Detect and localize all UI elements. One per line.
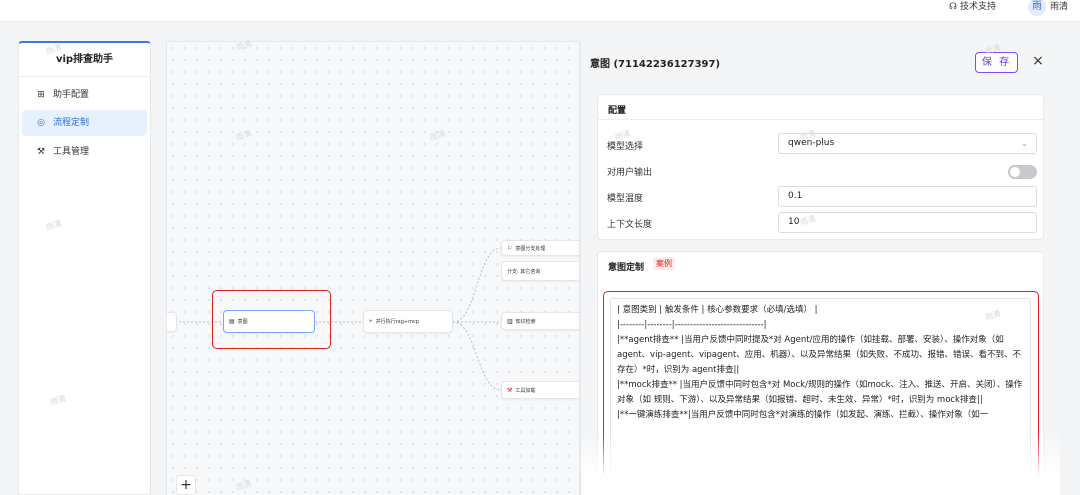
book-icon: ▥ [507, 317, 513, 325]
temperature-input[interactable]: 0.1 [778, 186, 1037, 207]
toggle-knob [1010, 167, 1020, 177]
node-config-panel: 意图 (71142236127397) 保 存 × 配置 模型选择 qwen-p… [580, 41, 1060, 495]
config-card: 配置 模型选择 qwen-plus ⌄ 对用户输出 模型温度 0.1 上下文长度… [597, 94, 1044, 240]
chevron-down-icon: ⌄ [1021, 139, 1028, 148]
divider [598, 119, 1043, 120]
tool-loading-node[interactable]: ⚒ 工具加载 [501, 381, 579, 399]
tech-support-label: 技术支持 [959, 2, 996, 12]
output-label: 对用户输出 [607, 168, 653, 178]
sidebar-item-label: 工具管理 [53, 147, 90, 157]
node-label: 意图分支处理 [515, 245, 546, 252]
temperature-label: 模型温度 [607, 194, 644, 204]
sidebar-item-tool-management[interactable]: ⚒ 工具管理 [22, 139, 147, 165]
sidebar: vip排查助手 ⊞ 助手配置 ◎ 流程定制 ⚒ 工具管理 [18, 41, 151, 495]
node-label: 知识检索 [515, 318, 536, 325]
close-icon[interactable]: × [1030, 52, 1046, 70]
node-label: 并行执行rag+mcp [375, 319, 419, 325]
output-toggle[interactable] [1008, 165, 1037, 179]
intent-branch-node[interactable]: ⚐ 意图分支处理 [501, 240, 579, 256]
branch-icon: ⚐ [507, 244, 513, 252]
grid-icon: ⊞ [37, 90, 45, 100]
intent-icon: ▤ [229, 318, 235, 325]
tech-support-link[interactable]: ☊ 技术支持 [949, 0, 996, 14]
headset-icon: ☊ [948, 2, 957, 12]
config-title: 配置 [608, 106, 627, 116]
avatar[interactable]: 雨 [1028, 0, 1046, 16]
context-label: 上下文长度 [607, 220, 653, 230]
knowledge-node[interactable]: ▥ 知识检索 [501, 312, 579, 330]
bottom-fade [581, 433, 1060, 495]
top-bar: ☊ 技术支持 雨 雨清 [0, 0, 1080, 22]
start-node[interactable] [167, 312, 177, 332]
intent-custom-title: 意图定制 [608, 263, 645, 273]
node-label: 意图 [237, 319, 248, 325]
branch-other-node[interactable]: 分支: 其它咨询 [501, 261, 579, 281]
wrench-icon: ⚒ [36, 147, 46, 157]
node-label: 工具加载 [515, 387, 536, 394]
sidebar-item-label: 流程定制 [53, 118, 90, 128]
panel-title: 意图 (71142236127397) [590, 59, 721, 70]
node-label: 分支: 其它咨询 [507, 268, 541, 275]
tool-icon: ⚒ [507, 386, 513, 394]
intent-node[interactable]: ▤ 意图 [223, 310, 315, 333]
flow-canvas[interactable]: ▤ 意图 ⑂ 并行执行rag+mcp ⚐ 意图分支处理 分支: 其它咨询 ▥ 知… [166, 41, 580, 495]
parallel-icon: ⑂ [369, 318, 373, 325]
zoom-in-button[interactable]: + [176, 475, 196, 495]
parallel-node[interactable]: ⑂ 并行执行rag+mcp [363, 310, 453, 333]
user-name[interactable]: 雨清 [1050, 0, 1068, 14]
sidebar-item-label: 助手配置 [53, 90, 90, 100]
flow-icon: ◎ [37, 118, 45, 128]
sidebar-item-assistant-config[interactable]: ⊞ 助手配置 [22, 82, 147, 108]
sidebar-title: vip排查助手 [19, 43, 150, 77]
save-button[interactable]: 保 存 [975, 52, 1018, 73]
example-tag[interactable]: 案例 [653, 257, 675, 270]
sidebar-item-flow-custom[interactable]: ◎ 流程定制 [22, 110, 147, 136]
model-label: 模型选择 [607, 142, 644, 152]
